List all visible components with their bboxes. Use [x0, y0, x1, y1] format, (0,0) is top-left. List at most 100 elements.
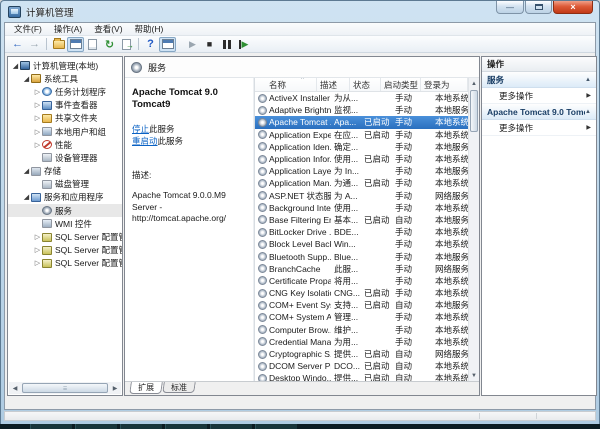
- tree-item-14[interactable]: ▷SQL Server 配置管理器: [8, 230, 122, 243]
- properties-button[interactable]: [84, 37, 101, 52]
- tree-item-6[interactable]: ▷本地用户和组: [8, 125, 122, 138]
- scroll-down-icon[interactable]: ▼: [469, 370, 479, 381]
- service-row-5[interactable]: Application Iden...确定...手动本地服务: [255, 141, 468, 153]
- start-service-button[interactable]: ▶: [184, 37, 201, 52]
- list-vertical-scrollbar[interactable]: ▲ ▼: [468, 78, 479, 381]
- column-header-3[interactable]: 状态: [350, 78, 381, 91]
- pause-service-button[interactable]: [218, 37, 235, 52]
- window-controls: — ×: [495, 1, 593, 14]
- restart-service-button[interactable]: ▶: [235, 37, 252, 52]
- menu-item-操[interactable]: 操作(A): [48, 23, 88, 35]
- titlebar[interactable]: 计算机管理 — ×: [1, 1, 599, 22]
- maximize-button[interactable]: [525, 1, 552, 14]
- expander-icon[interactable]: ◢: [11, 62, 20, 70]
- scroll-up-icon[interactable]: ▲: [469, 78, 479, 89]
- stop-service-icon: ■: [207, 39, 212, 49]
- tree-item-9[interactable]: ◢存储: [8, 165, 122, 178]
- service-row-15[interactable]: BranchCache此服...手动网络服务: [255, 263, 468, 275]
- expander-icon[interactable]: ▷: [33, 259, 42, 267]
- tree-item-12[interactable]: 服务: [8, 204, 122, 217]
- service-row-8[interactable]: Application Man...为通...已启动手动本地系统: [255, 177, 468, 189]
- menu-item-查[interactable]: 查看(V): [88, 23, 128, 35]
- column-header-4[interactable]: 启动类型: [381, 78, 421, 91]
- service-row-1[interactable]: ActiveX Installer ...为从...手动本地系统: [255, 92, 468, 104]
- expander-icon[interactable]: ▷: [33, 246, 42, 254]
- tree-item-3[interactable]: ▷任务计划程序: [8, 85, 122, 98]
- service-row-22[interactable]: Cryptographic S...提供...已启动自动网络服务: [255, 348, 468, 360]
- tree-item-8[interactable]: 设备管理器: [8, 151, 122, 164]
- expander-icon[interactable]: ▷: [33, 114, 42, 122]
- service-row-6[interactable]: Application Infor...使用...已启动手动本地系统: [255, 153, 468, 165]
- expander-icon[interactable]: ◢: [22, 193, 31, 201]
- scroll-left-icon[interactable]: ◀: [9, 382, 21, 394]
- close-button[interactable]: ×: [553, 1, 593, 14]
- minimize-button[interactable]: —: [496, 1, 524, 14]
- back-button[interactable]: ←: [9, 37, 26, 52]
- actions-section-header-1[interactable]: 服务▲: [482, 72, 596, 88]
- tab-extended[interactable]: 扩展: [129, 382, 163, 394]
- stop-service-button[interactable]: ■: [201, 37, 218, 52]
- service-row-3[interactable]: Apache Tomcat ...Apa...已启动手动本地系统: [255, 116, 468, 128]
- show-action-pane-button[interactable]: [159, 37, 176, 52]
- tree-horizontal-scrollbar[interactable]: ◀ ▶: [9, 382, 121, 394]
- service-row-9[interactable]: ASP.NET 状态服务为 A...手动网络服务: [255, 190, 468, 202]
- tree-item-1[interactable]: ◢计算机管理(本地): [8, 59, 122, 72]
- service-row-12[interactable]: BitLocker Drive ...BDE...手动本地系统: [255, 226, 468, 238]
- expander-icon[interactable]: ▷: [33, 128, 42, 136]
- actions-section-header-2[interactable]: Apache Tomcat 9.0 Tomc...▲: [482, 104, 596, 120]
- service-row-10[interactable]: Background Inte...使用...手动本地系统: [255, 202, 468, 214]
- tree-item-10[interactable]: 磁盘管理: [8, 178, 122, 191]
- collapse-icon[interactable]: ▲: [585, 77, 591, 83]
- show-console-tree-button[interactable]: [67, 37, 84, 52]
- menu-item-文[interactable]: 文件(F): [8, 23, 48, 35]
- up-one-level-button[interactable]: [50, 37, 67, 52]
- tree-item-13[interactable]: WMI 控件: [8, 217, 122, 230]
- scrollbar-thumb[interactable]: [470, 90, 478, 132]
- tree-item-15[interactable]: ▷SQL Server 配置管理器: [8, 244, 122, 257]
- restart-service-link[interactable]: 重启动: [132, 136, 158, 146]
- expander-icon[interactable]: ▷: [33, 233, 42, 241]
- column-header-1[interactable]: 名称^: [255, 78, 317, 91]
- help-button[interactable]: ?: [142, 37, 159, 52]
- tree-item-7[interactable]: ▷性能: [8, 138, 122, 151]
- service-row-14[interactable]: Bluetooth Supp...Blue...手动本地服务: [255, 250, 468, 262]
- collapse-icon[interactable]: ▲: [585, 109, 591, 115]
- tree-item-16[interactable]: ▷SQL Server 配置管理器: [8, 257, 122, 270]
- menu-item-帮[interactable]: 帮助(H): [129, 23, 170, 35]
- scrollbar-thumb[interactable]: [22, 383, 108, 393]
- expander-icon[interactable]: ▷: [33, 101, 42, 109]
- service-row-7[interactable]: Application Laye...为 In...手动本地服务: [255, 165, 468, 177]
- more-actions-item[interactable]: 更多操作▶: [482, 120, 596, 136]
- expander-icon[interactable]: ▷: [33, 141, 42, 149]
- service-row-2[interactable]: Adaptive Brightn...监视...手动本地服务: [255, 104, 468, 116]
- column-header-5[interactable]: 登录为: [421, 78, 468, 91]
- more-actions-item[interactable]: 更多操作▶: [482, 88, 596, 104]
- tree-item-5[interactable]: ▷共享文件夹: [8, 112, 122, 125]
- service-row-16[interactable]: Certificate Propa...将用...手动本地系统: [255, 275, 468, 287]
- refresh-button[interactable]: ↻: [101, 37, 118, 52]
- expander-icon[interactable]: ◢: [22, 75, 31, 83]
- service-row-19[interactable]: COM+ System A...管理...手动本地系统: [255, 311, 468, 323]
- stop-service-link[interactable]: 停止: [132, 124, 149, 134]
- service-row-17[interactable]: CNG Key IsolationCNG...已启动手动本地系统: [255, 287, 468, 299]
- service-row-11[interactable]: Base Filtering En...基本...已启动自动本地服务: [255, 214, 468, 226]
- service-name: Computer Brow...: [269, 325, 331, 335]
- tree-item-11[interactable]: ◢服务和应用程序: [8, 191, 122, 204]
- tree-item-4[interactable]: ▷事件查看器: [8, 99, 122, 112]
- expander-icon[interactable]: ▷: [33, 88, 42, 96]
- tab-standard[interactable]: 标准: [162, 382, 196, 393]
- service-row-13[interactable]: Block Level Back...Win...手动本地系统: [255, 238, 468, 250]
- service-row-21[interactable]: Credential Mana...为用...手动本地系统: [255, 336, 468, 348]
- service-row-20[interactable]: Computer Brow...维护...手动本地系统: [255, 324, 468, 336]
- taskbar-button: [30, 424, 72, 429]
- tree-item-2[interactable]: ◢系统工具: [8, 72, 122, 85]
- column-header-2[interactable]: 描述: [317, 78, 350, 91]
- service-row-23[interactable]: DCOM Server Pr...DCO...已启动自动本地系统: [255, 360, 468, 372]
- service-row-18[interactable]: COM+ Event Sys...支持...已启动自动本地服务: [255, 299, 468, 311]
- service-row-4[interactable]: Application Expe...在应...已启动手动本地系统: [255, 129, 468, 141]
- service-row-24[interactable]: Desktop Windo...提供...已启动自动本地系统: [255, 372, 468, 381]
- forward-button[interactable]: →: [26, 37, 43, 52]
- export-list-button[interactable]: [118, 37, 135, 52]
- expander-icon[interactable]: ◢: [22, 167, 31, 175]
- scroll-right-icon[interactable]: ▶: [109, 382, 121, 394]
